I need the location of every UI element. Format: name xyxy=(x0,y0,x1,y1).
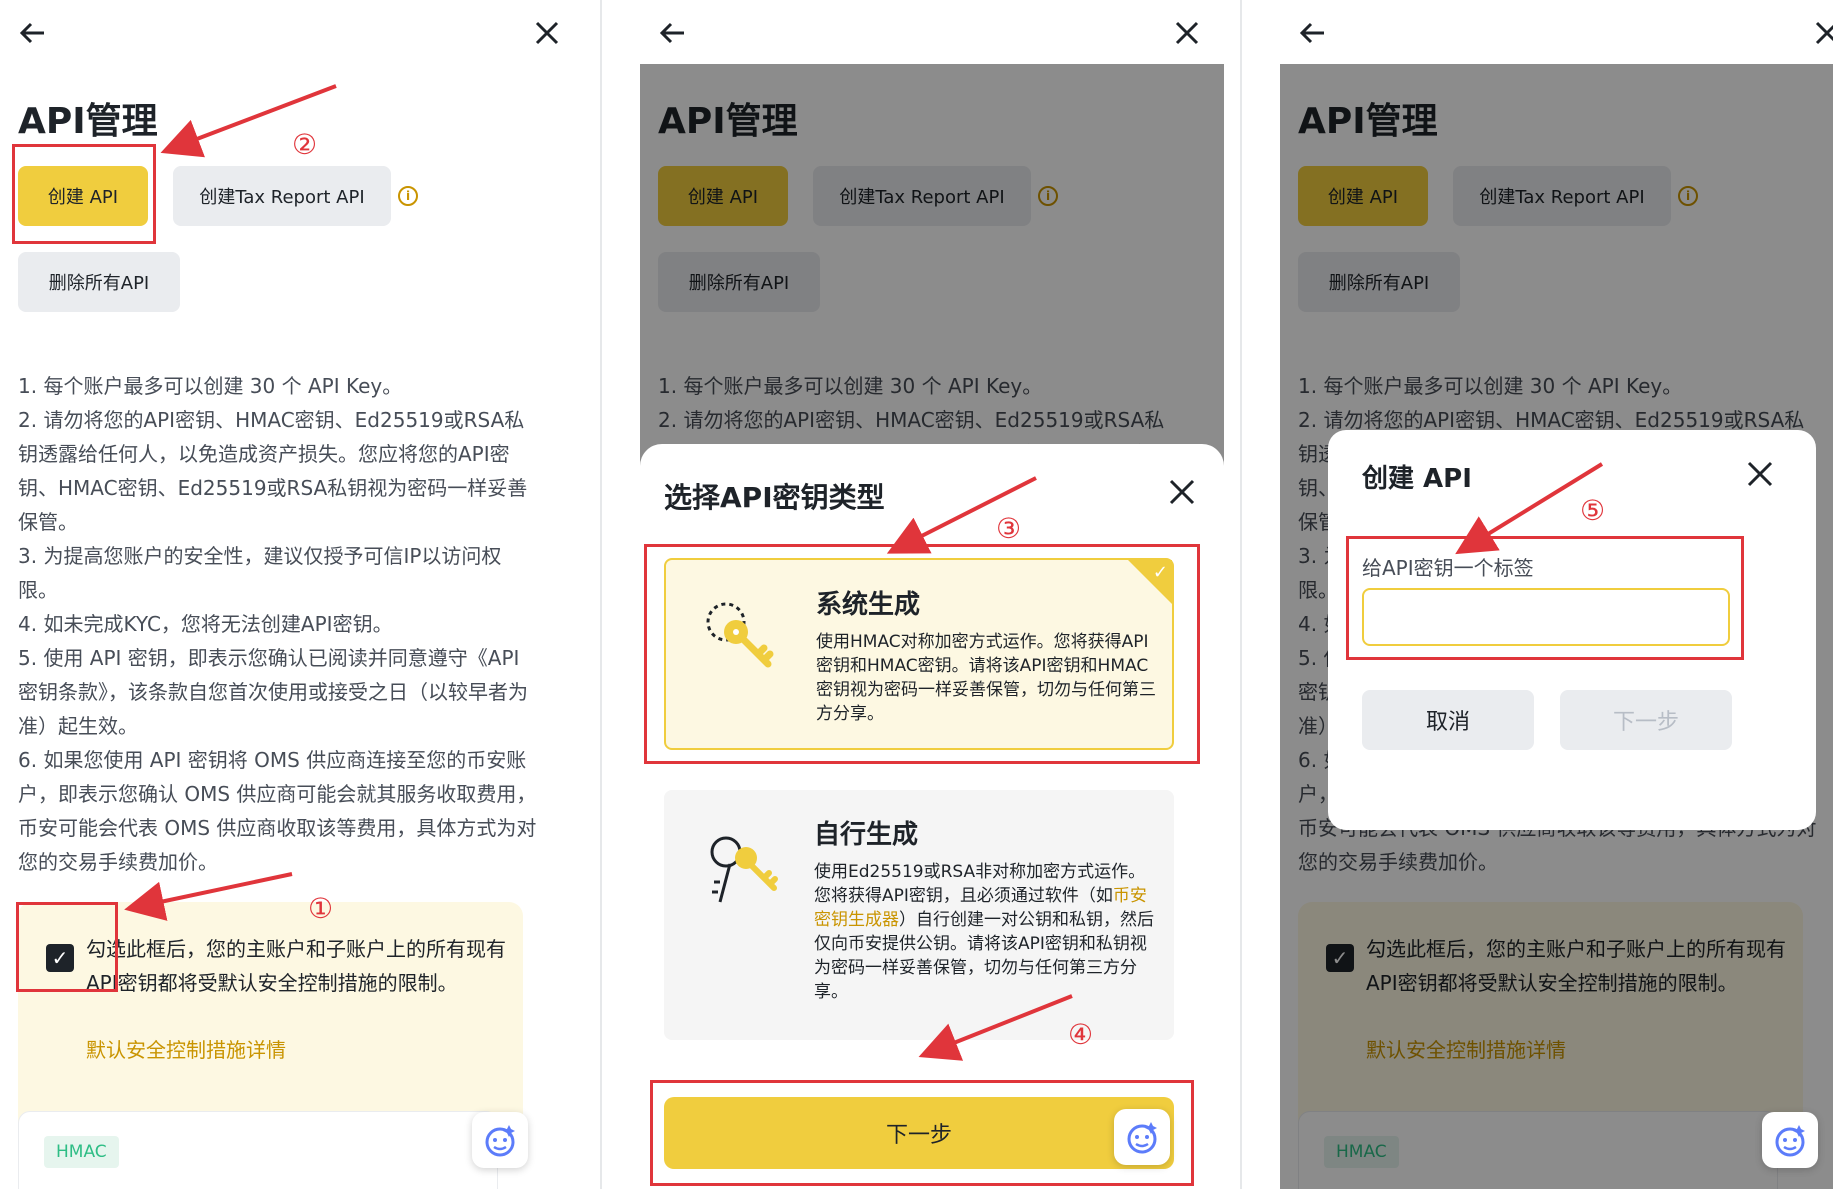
close-icon[interactable] xyxy=(1166,476,1198,508)
panel-step-2: API管理 创建 API 创建Tax Report API i 删除所有API … xyxy=(640,0,1224,1189)
back-arrow-icon[interactable] xyxy=(658,18,688,48)
note-item: 3. 为提高您账户的安全性，建议仅授予可信IP以访问权限。 xyxy=(18,544,502,602)
annotation-number: ② xyxy=(292,128,318,161)
dialog-title: 创建 API xyxy=(1362,464,1472,494)
assistant-bot-icon[interactable] xyxy=(472,1112,528,1168)
close-icon[interactable] xyxy=(1172,18,1202,48)
api-key-card: HMAC xyxy=(18,1111,498,1189)
consent-text: 勾选此框后，您的主账户和子账户上的所有现有API密钥都将受默认安全控制措施的限制… xyxy=(86,937,506,995)
panel-divider xyxy=(600,0,602,1189)
info-icon[interactable]: i xyxy=(398,186,418,206)
note-item: 2. 请勿将您的API密钥、HMAC密钥、Ed25519或RSA私钥透露给任何人… xyxy=(18,408,528,534)
key-pair-icon xyxy=(710,836,778,903)
panel-divider xyxy=(1240,0,1242,1189)
note-item: 6. 如果您使用 API 密钥将 OMS 供应商连接至您的币安账户，即表示您确认… xyxy=(18,748,537,874)
note-item: 1. 每个账户最多可以创建 30 个 API Key。 xyxy=(18,374,403,398)
note-item: 5. 使用 API 密钥，即表示您确认已阅读并同意遵守《API 密钥条款》，该条… xyxy=(18,646,528,738)
page-content: API管理 创建 API 创建Tax Report API i 删除所有API … xyxy=(640,64,1224,1189)
close-icon[interactable] xyxy=(532,18,562,48)
option-desc-part: 使用Ed25519或RSA非对称加密方式运作。您将获得API密钥，且必须通过软件… xyxy=(814,862,1146,906)
page-content: API管理 创建 API 创建Tax Report API i 删除所有API … xyxy=(0,64,584,1189)
option-description: 使用Ed25519或RSA非对称加密方式运作。您将获得API密钥，且必须通过软件… xyxy=(814,860,1154,1004)
highlight-box-system-generated xyxy=(644,544,1200,764)
option-self-generated[interactable]: 自行生成 使用Ed25519或RSA非对称加密方式运作。您将获得API密钥，且必… xyxy=(664,790,1174,1040)
highlight-box-label-field xyxy=(1346,536,1744,660)
close-icon[interactable] xyxy=(1812,18,1833,48)
top-bar xyxy=(640,0,1224,64)
notes-list: 1. 每个账户最多可以创建 30 个 API Key。 2. 请勿将您的API密… xyxy=(18,369,538,879)
back-arrow-icon[interactable] xyxy=(18,18,48,48)
note-item: 4. 如未完成KYC，您将无法创建API密钥。 xyxy=(18,612,393,636)
close-icon[interactable] xyxy=(1744,458,1776,490)
api-key-type-sheet: 选择API密钥类型 系统生成 使用HMAC对称加密方式运作。您将获得API密钥和… xyxy=(640,444,1224,1189)
annotation-number: ① xyxy=(308,892,334,925)
panel-step-1: API管理 创建 API 创建Tax Report API i 删除所有API … xyxy=(0,0,584,1189)
hmac-badge: HMAC xyxy=(44,1136,119,1168)
page-content: API管理 创建 API 创建Tax Report API i 删除所有API … xyxy=(1280,64,1833,1189)
annotation-number: ③ xyxy=(996,512,1022,545)
highlight-box-checkbox xyxy=(16,902,118,992)
top-bar xyxy=(1280,0,1833,64)
panel-step-3: API管理 创建 API 创建Tax Report API i 删除所有API … xyxy=(1280,0,1833,1189)
cancel-button[interactable]: 取消 xyxy=(1362,690,1534,750)
page-title: API管理 xyxy=(18,101,158,142)
security-details-link[interactable]: 默认安全控制措施详情 xyxy=(86,1034,286,1063)
top-bar xyxy=(0,0,584,64)
option-title: 自行生成 xyxy=(814,820,919,850)
back-arrow-icon[interactable] xyxy=(1298,18,1328,48)
annotation-number: ⑤ xyxy=(1580,494,1606,527)
create-api-dialog: 创建 API 给API密钥一个标签 取消 下一步 xyxy=(1328,430,1816,830)
next-button-disabled[interactable]: 下一步 xyxy=(1560,690,1732,750)
create-tax-report-api-button[interactable]: 创建Tax Report API xyxy=(173,166,391,226)
annotation-number: ④ xyxy=(1068,1018,1094,1051)
assistant-bot-icon[interactable] xyxy=(1762,1112,1818,1168)
sheet-title: 选择API密钥类型 xyxy=(664,481,885,514)
delete-all-api-button[interactable]: 删除所有API xyxy=(18,252,180,312)
highlight-box-create-api xyxy=(12,144,156,244)
highlight-box-next xyxy=(650,1080,1194,1186)
